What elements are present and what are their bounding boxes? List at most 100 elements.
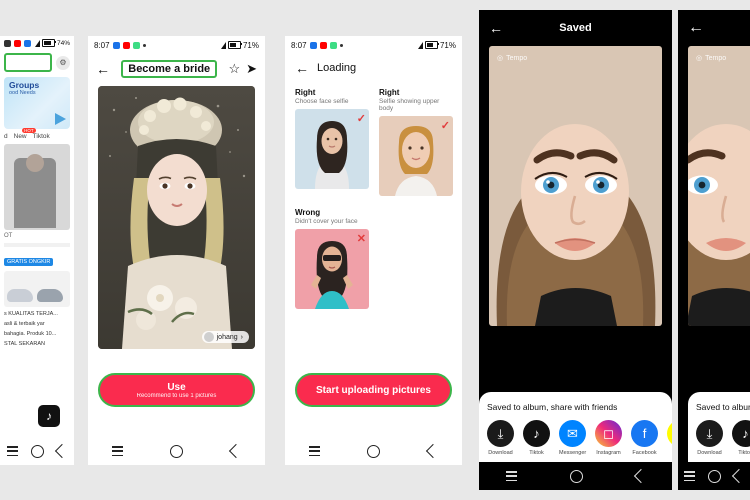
signal-icon <box>417 41 423 49</box>
share-sheet: Saved to album, ⤓ Download ♪ Tiktok <box>688 392 750 462</box>
instagram-icon: ◻ <box>595 420 622 447</box>
example-thumb[interactable]: ✓ <box>295 109 369 189</box>
share-option-tiktok[interactable]: ♪ Tiktok <box>732 420 750 456</box>
back-button[interactable] <box>426 443 441 459</box>
example-right-upper-body: Right Selfie showing upper body ✓ <box>379 88 453 196</box>
product-line-2: asli & terbaik yar <box>4 321 45 327</box>
home-button[interactable] <box>30 444 44 458</box>
product-image[interactable] <box>4 271 70 307</box>
share-option-instagram[interactable]: ◻ Instagram <box>595 420 622 456</box>
share-option-download[interactable]: ⤓ Download <box>696 420 723 456</box>
check-icon: ✓ <box>440 120 450 132</box>
feed-tabs: d New HOT Tiktok <box>0 128 74 142</box>
tab-new-label: New <box>13 133 27 140</box>
app-bar: ← <box>678 10 750 46</box>
hot-badge: HOT <box>22 128 36 133</box>
share-label: Instagram <box>596 450 621 456</box>
android-nav-bar <box>285 437 462 465</box>
share-option-messenger[interactable]: ✉ Messenger <box>559 420 586 456</box>
screenshot-stage: 74% ⚙ Groups ood Needs d New HOT Tiktok … <box>0 0 750 500</box>
feed-image-card[interactable] <box>4 144 70 230</box>
search-input[interactable] <box>4 53 52 72</box>
result-portrait-image[interactable]: ◎ Tempo <box>688 46 750 326</box>
promo-banner[interactable]: Groups ood Needs <box>4 77 70 129</box>
home-button[interactable] <box>707 469 721 483</box>
share-option-facebook[interactable]: f Facebook <box>631 420 658 456</box>
home-button[interactable] <box>367 444 381 458</box>
free-shipping-badge: GRATIS ONGKIR <box>4 258 54 266</box>
recents-button[interactable] <box>308 446 320 456</box>
share-option-download[interactable]: ⤓ Download <box>487 420 514 456</box>
tab-d[interactable]: d <box>4 133 8 140</box>
use-button-hint: Recommend to use 1 pictures <box>136 392 217 399</box>
download-icon: ⤓ <box>696 420 723 447</box>
youtube-icon <box>319 41 327 49</box>
youtube-icon <box>122 41 130 49</box>
product-line-3: bahagia. Produk 10... <box>4 331 57 337</box>
product-section: GRATIS ONGKIR <box>4 243 70 268</box>
share-label: Tiktok <box>738 450 750 456</box>
result-portrait-image[interactable]: ◎ Tempo <box>489 46 662 326</box>
start-uploading-button[interactable]: Start uploading pictures <box>295 373 452 407</box>
battery-icon <box>424 41 439 49</box>
creator-name: johang <box>216 333 238 341</box>
phone-2-become-a-bride: 8:07 71% ← Become a bride ☆ ➤ johang › U… <box>88 36 265 465</box>
example-tag: Right <box>379 88 400 97</box>
share-icon[interactable]: ➤ <box>246 61 257 77</box>
dot-icon <box>339 43 343 47</box>
gear-icon[interactable]: ⚙ <box>56 55 70 70</box>
share-option-snapchat[interactable]: 👻 Snap <box>667 420 672 456</box>
use-button[interactable]: Use Recommend to use 1 pictures <box>98 373 255 407</box>
share-label: Download <box>697 450 722 456</box>
star-icon[interactable]: ☆ <box>228 61 240 77</box>
example-desc: Choose face selfie <box>295 98 349 105</box>
example-tag: Right <box>295 88 316 97</box>
back-button[interactable] <box>55 443 70 459</box>
creator-credit[interactable]: johang › <box>201 331 249 343</box>
facebook-icon: f <box>631 420 658 447</box>
share-option-tiktok[interactable]: ♪ Tiktok <box>523 420 550 456</box>
tab-new[interactable]: New HOT <box>13 128 36 140</box>
battery-percent: 74% <box>56 39 70 47</box>
tiktok-icon[interactable]: ♪ <box>38 405 60 427</box>
battery-percent: 71% <box>242 40 259 50</box>
example-thumb[interactable]: ✕ <box>295 229 369 309</box>
chat-icon <box>112 41 120 49</box>
home-button[interactable] <box>170 444 184 458</box>
watermark: ◎ Tempo <box>696 54 726 63</box>
tiktok-icon: ♪ <box>523 420 550 447</box>
examples-grid: Right Choose face selfie ✓ Right Selfie … <box>285 82 462 196</box>
home-button[interactable] <box>569 469 583 483</box>
product-line-4: STAL SEKARAN <box>4 341 45 347</box>
avatar <box>203 332 214 342</box>
watermark-icon: ◎ <box>497 55 504 62</box>
recents-button[interactable] <box>684 471 696 481</box>
page-title: Become a bride <box>121 60 218 78</box>
example-tag: Wrong <box>295 208 321 217</box>
tab-tiktok[interactable]: Tiktok <box>33 133 50 140</box>
recents-button[interactable] <box>505 471 517 481</box>
paper-plane-icon <box>55 113 66 125</box>
phone-5-saved-result-cropped: ← ◎ Tempo Saved to album, <box>678 10 750 490</box>
example-wrong: Wrong Didn't cover your face ✕ <box>285 196 462 309</box>
back-button[interactable] <box>633 468 648 484</box>
bride-preview-image[interactable]: johang › <box>98 86 255 349</box>
back-arrow-icon[interactable]: ← <box>96 62 110 76</box>
snapchat-icon: 👻 <box>667 420 672 447</box>
recents-button[interactable] <box>6 446 18 456</box>
search-row: ⚙ <box>0 50 74 75</box>
back-arrow-icon[interactable]: ← <box>688 19 704 37</box>
page-title: Loading <box>317 62 357 74</box>
back-button[interactable] <box>229 443 244 459</box>
back-button[interactable] <box>731 468 746 484</box>
example-thumb[interactable]: ✓ <box>379 116 453 196</box>
example-desc: Selfie showing upper body <box>379 98 440 112</box>
dot-icon <box>142 43 146 47</box>
share-options: ⤓ Download ♪ Tiktok <box>696 420 750 456</box>
battery-percent: 71% <box>439 40 456 50</box>
chat-icon <box>309 41 317 49</box>
watermark-label: Tempo <box>506 54 528 62</box>
recents-button[interactable] <box>111 446 123 456</box>
back-arrow-icon[interactable]: ← <box>295 61 309 75</box>
watermark: ◎ Tempo <box>497 54 528 63</box>
